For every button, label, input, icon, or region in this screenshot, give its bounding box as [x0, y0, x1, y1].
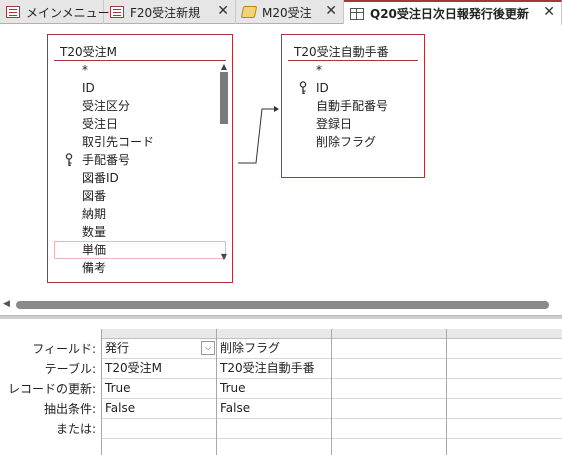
query-design-grid: フィールド: テーブル: レコードの更新: 抽出条件: または: 発行 ⌵ T2… [0, 319, 562, 455]
field-cell[interactable]: 発行 ⌵ [102, 339, 217, 359]
column-selector[interactable] [447, 329, 562, 339]
field-label: ID [316, 81, 329, 95]
field-item[interactable]: 図番ID [48, 169, 232, 187]
or-cell[interactable] [332, 419, 447, 439]
form-icon [110, 6, 124, 18]
field-item-selected[interactable]: 単価 [54, 241, 226, 259]
table-box-t20-order[interactable]: T20受注M * ID 受注区分 受注日 取引先コード 手配番号 図番ID 図番… [47, 34, 233, 283]
field-item[interactable]: 削除フラグ [282, 133, 424, 151]
tab-label: M20受注 [262, 5, 312, 20]
row-label-update: レコードの更新: [7, 382, 96, 396]
field-item[interactable]: ID [48, 79, 232, 97]
field-item[interactable]: 登録日 [282, 115, 424, 133]
field-item[interactable]: 図番 [48, 187, 232, 205]
design-horizontal-scrollbar[interactable]: ◀ [0, 298, 562, 312]
field-item[interactable]: 備考 [48, 259, 232, 277]
criteria-cell[interactable] [332, 399, 447, 419]
chevron-down-icon[interactable]: ⌵ [201, 341, 215, 355]
grid-column-1: 発行 ⌵ T20受注M True False [101, 329, 217, 455]
row-label-field: フィールド: [32, 342, 96, 356]
update-cell[interactable] [332, 379, 447, 399]
field-item[interactable]: * [48, 61, 232, 79]
update-cell[interactable]: True [217, 379, 332, 399]
field-item[interactable]: 取引先コード [48, 133, 232, 151]
scroll-thumb[interactable] [16, 301, 549, 309]
query-icon [350, 7, 364, 20]
field-label: 手配番号 [82, 153, 131, 167]
close-icon[interactable]: ✕ [543, 4, 555, 20]
field-item-primary-key[interactable]: 手配番号 [48, 151, 232, 169]
cell-value: 発行 [105, 341, 130, 355]
or-cell[interactable] [217, 419, 332, 439]
tab-m20-order[interactable]: M20受注 ✕ [236, 0, 344, 24]
table-cell[interactable]: T20受注自動手番 [217, 359, 332, 379]
document-tab-strip: メインメニュー F20受注新規 ✕ M20受注 ✕ Q20受注日次日報発行後更新… [0, 0, 562, 25]
scroll-up-icon[interactable]: ▲ [218, 62, 230, 72]
table-cell[interactable] [332, 359, 447, 379]
column-selector[interactable] [217, 329, 332, 339]
row-label-table: テーブル: [44, 362, 96, 376]
key-icon [299, 81, 307, 94]
tab-label: F20受注新規 [130, 5, 201, 20]
field-item[interactable]: 自動手配番号 [282, 97, 424, 115]
query-design-surface: T20受注M * ID 受注区分 受注日 取引先コード 手配番号 図番ID 図番… [0, 25, 562, 298]
update-cell[interactable]: True [102, 379, 217, 399]
column-selector[interactable] [102, 329, 217, 339]
field-cell[interactable] [332, 339, 447, 359]
field-item[interactable]: 受注区分 [48, 97, 232, 115]
tab-f20-order-new[interactable]: F20受注新規 ✕ [104, 0, 236, 24]
grid-column-4 [446, 329, 562, 455]
field-list: * ID 自動手配番号 登録日 削除フラグ [282, 61, 424, 151]
scroll-left-icon[interactable]: ◀ [3, 299, 10, 309]
criteria-cell[interactable] [447, 399, 562, 419]
field-item[interactable]: 納期 [48, 205, 232, 223]
table-cell[interactable] [447, 359, 562, 379]
close-icon[interactable]: ✕ [217, 3, 229, 19]
criteria-cell[interactable]: False [102, 399, 217, 419]
or-cell[interactable] [447, 419, 562, 439]
grid-column-2: 削除フラグ T20受注自動手番 True False [216, 329, 332, 455]
tab-label: Q20受注日次日報発行後更新 [370, 7, 529, 21]
or-cell[interactable] [102, 419, 217, 439]
field-item-primary-key[interactable]: ID [282, 79, 424, 97]
criteria-cell[interactable]: False [217, 399, 332, 419]
field-cell[interactable] [447, 339, 562, 359]
table-title[interactable]: T20受注M [54, 35, 226, 61]
row-label-or: または: [55, 422, 96, 436]
table-box-t20-auto-number[interactable]: T20受注自動手番 * ID 自動手配番号 登録日 削除フラグ [281, 34, 425, 178]
tab-q20-query[interactable]: Q20受注日次日報発行後更新 ✕ [344, 0, 562, 25]
close-icon[interactable]: ✕ [325, 3, 337, 19]
macro-icon [240, 6, 258, 18]
scroll-thumb[interactable] [220, 72, 228, 124]
field-list: * ID 受注区分 受注日 取引先コード 手配番号 図番ID 図番 納期 数量 … [48, 61, 232, 277]
table-cell[interactable]: T20受注M [102, 359, 217, 379]
field-item[interactable]: 数量 [48, 223, 232, 241]
table-title[interactable]: T20受注自動手番 [288, 35, 418, 61]
row-label-criteria: 抽出条件: [43, 402, 96, 416]
update-cell[interactable] [447, 379, 562, 399]
table-vertical-scrollbar[interactable]: ▲ ▼ [218, 62, 230, 262]
tab-label: メインメニュー [26, 5, 110, 20]
tab-main-menu[interactable]: メインメニュー [0, 0, 110, 24]
grid-column-3 [331, 329, 447, 455]
key-icon [65, 153, 73, 166]
column-selector[interactable] [332, 329, 447, 339]
form-icon [6, 6, 20, 18]
scroll-down-icon[interactable]: ▼ [218, 252, 230, 262]
field-cell[interactable]: 削除フラグ [217, 339, 332, 359]
field-item[interactable]: 受注日 [48, 115, 232, 133]
field-item[interactable]: * [282, 61, 424, 79]
